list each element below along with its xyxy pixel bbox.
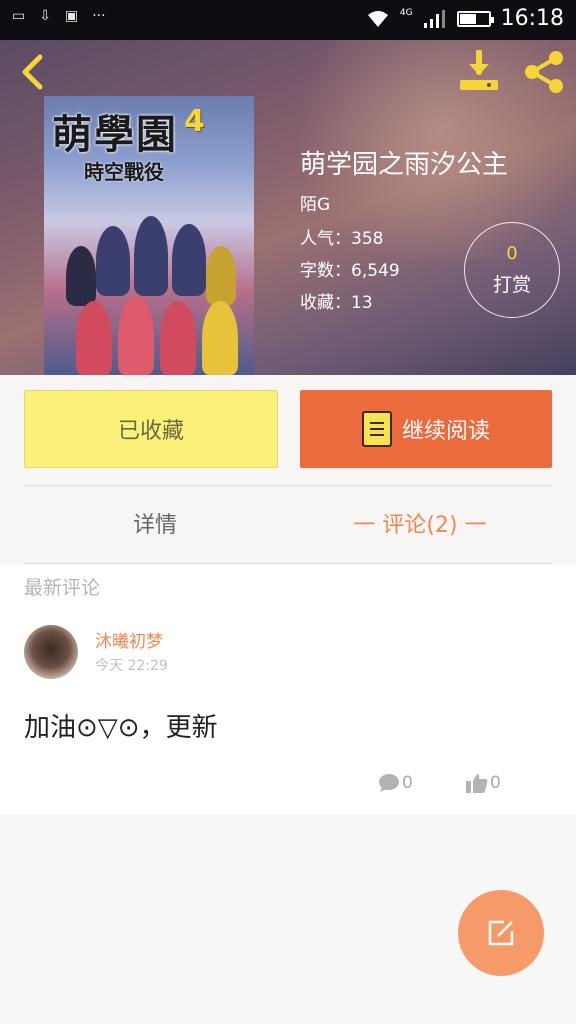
divider	[24, 563, 552, 564]
continue-reading-label: 继续阅读	[401, 419, 490, 444]
book-favorites: 收藏：13	[300, 293, 373, 313]
reward-button[interactable]: 0 打赏	[464, 222, 560, 318]
avatar[interactable]	[24, 625, 78, 679]
battery-icon	[456, 10, 494, 27]
write-comment-button[interactable]	[458, 890, 544, 976]
book-popularity: 人气：358	[300, 229, 384, 249]
book-header: 萌學園 4 時空戰役 萌学园之雨汐公主 陌G 人气：358 字数：6,549 收…	[0, 40, 576, 375]
share-button[interactable]	[520, 48, 568, 96]
back-arrow-icon	[22, 54, 43, 90]
book-cover: 萌學園 4 時空戰役	[44, 96, 254, 375]
status-time: 16:18	[500, 6, 564, 31]
reply-button[interactable]: 0	[378, 773, 413, 793]
latest-comments-label: 最新评论	[24, 577, 101, 599]
more-dots: ···	[92, 8, 106, 24]
like-button[interactable]: 0	[466, 773, 501, 793]
cover-artwork	[56, 206, 242, 375]
network-type: 4G	[399, 7, 413, 18]
status-right: 4G 16:18	[366, 6, 564, 31]
back-button[interactable]	[10, 50, 54, 94]
signal-icon	[423, 9, 445, 28]
download-button[interactable]	[456, 49, 502, 94]
comment-text: 加油⊙▽⊙，更新	[24, 713, 218, 743]
share-icon	[525, 51, 563, 93]
reward-count: 0	[506, 243, 518, 264]
battery-fill	[459, 13, 477, 24]
book-word-count: 字数：6,549	[300, 261, 400, 281]
cover-number: 4	[184, 104, 205, 139]
download-icon	[460, 49, 498, 90]
book-icon	[361, 411, 392, 447]
tab-detail[interactable]: 详情	[100, 507, 210, 539]
reply-count: 0	[402, 773, 413, 793]
status-bar: ▭ ⇩ ▣ ··· 4G 16:18	[0, 0, 576, 40]
tab-comments[interactable]: 一 评论(2) 一	[340, 507, 500, 539]
edit-icon	[488, 920, 514, 946]
comment-username[interactable]: 沐曦初梦	[95, 627, 163, 652]
divider	[24, 485, 552, 486]
cover-subtitle: 時空戰役	[84, 160, 164, 184]
cover-title: 萌學園	[52, 111, 178, 158]
comment-time: 今天 22:29	[95, 658, 168, 674]
like-count: 0	[490, 773, 501, 793]
notification-icon: ▭	[12, 8, 26, 24]
reward-label: 打赏	[492, 274, 531, 296]
collected-button[interactable]: 已收藏	[24, 390, 278, 468]
wifi-icon	[367, 10, 388, 27]
message-icon: ▣	[64, 8, 79, 24]
book-title: 萌学园之雨汐公主	[300, 150, 509, 180]
continue-reading-button[interactable]: 继续阅读	[300, 390, 552, 468]
thumbs-up-icon	[466, 774, 488, 793]
action-area: 已收藏 继续阅读 详情 一 评论(2) 一	[0, 375, 576, 565]
comments-section: 最新评论 沐曦初梦 今天 22:29 加油⊙▽⊙，更新 0 0	[0, 565, 576, 815]
comment-bubble-icon	[379, 774, 399, 792]
status-left: ▭ ⇩ ▣ ···	[12, 8, 106, 24]
download-status-icon: ⇩	[39, 8, 51, 24]
book-author[interactable]: 陌G	[300, 190, 330, 215]
